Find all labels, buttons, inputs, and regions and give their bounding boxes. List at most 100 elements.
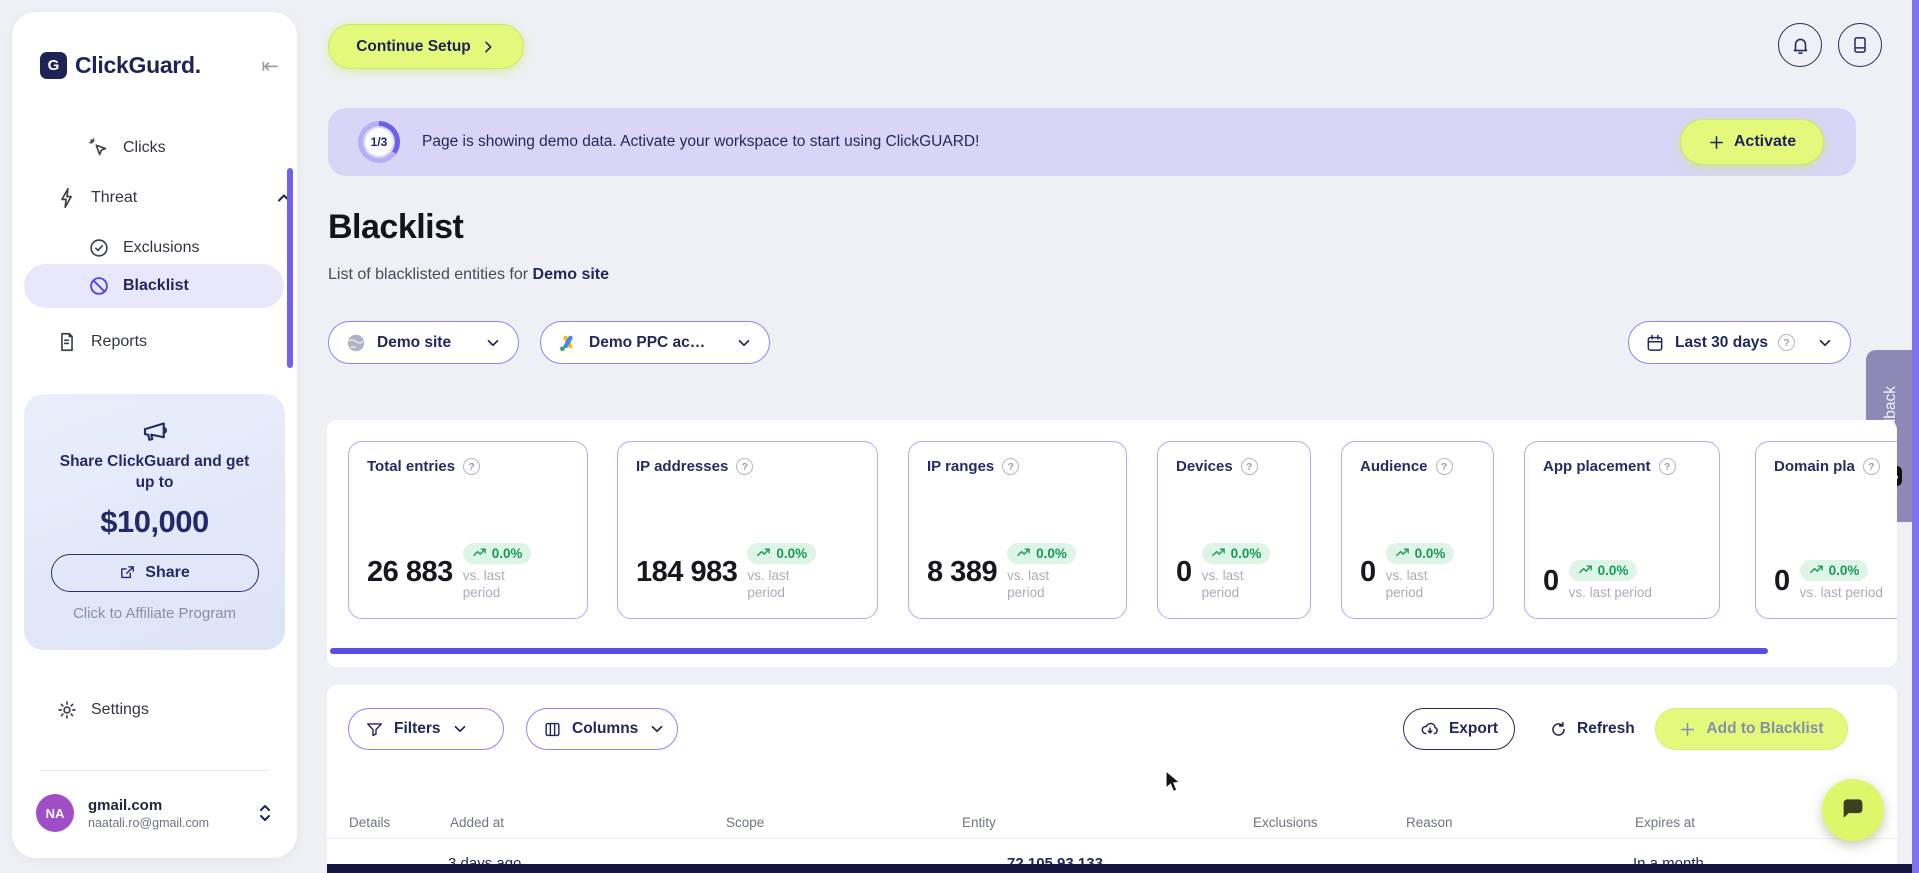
delta-caption: vs. last period bbox=[1568, 585, 1652, 601]
page-title: Blacklist bbox=[328, 208, 464, 246]
plus-icon bbox=[1679, 721, 1696, 738]
sidebar-item-threat[interactable]: Threat bbox=[56, 180, 290, 216]
export-button[interactable]: Export bbox=[1403, 708, 1515, 750]
delta-badge: 0.0% bbox=[747, 542, 817, 564]
stat-card-audience: Audience? 0 0.0% vs. last period bbox=[1341, 441, 1494, 619]
affiliate-promo-card[interactable]: Share ClickGuard and get up to $10,000 S… bbox=[24, 394, 285, 650]
help-icon[interactable]: ? bbox=[1002, 458, 1020, 475]
trending-up-icon bbox=[1395, 548, 1409, 556]
site-selector-value: Demo site bbox=[377, 333, 452, 351]
chat-launcher-button[interactable] bbox=[1822, 779, 1884, 841]
activate-button[interactable]: Activate bbox=[1680, 119, 1824, 165]
sidebar-item-label: Blacklist bbox=[123, 277, 189, 294]
chevron-down-icon bbox=[484, 334, 502, 352]
setup-progress-ring: 1/3 bbox=[358, 121, 400, 163]
ppc-account-value: Demo PPC ac… bbox=[589, 333, 706, 351]
megaphone-icon bbox=[140, 416, 170, 446]
trending-up-icon bbox=[1211, 548, 1225, 556]
stat-value: 26 883 bbox=[367, 555, 453, 588]
cards-horizontal-scrollbar[interactable] bbox=[330, 648, 1768, 654]
globe-icon bbox=[345, 332, 367, 354]
date-range-selector[interactable]: Last 30 days ? bbox=[1628, 321, 1851, 364]
help-icon[interactable]: ? bbox=[1435, 458, 1453, 475]
delta-badge: 0.0% bbox=[1568, 560, 1638, 582]
refresh-icon bbox=[1549, 720, 1568, 739]
sidebar-item-label: Settings bbox=[91, 701, 149, 718]
stats-panel: Total entries? 26 883 0.0% vs. last peri… bbox=[327, 420, 1897, 667]
column-header-reason[interactable]: Reason bbox=[1406, 815, 1453, 830]
add-to-blacklist-button[interactable]: Add to Blacklist bbox=[1655, 708, 1848, 750]
sidebar-item-exclusions[interactable]: Exclusions bbox=[88, 230, 199, 266]
trending-up-icon bbox=[1578, 565, 1592, 574]
trending-up-icon bbox=[1809, 565, 1823, 574]
chevron-right-icon bbox=[480, 39, 496, 55]
column-header-exclusions[interactable]: Exclusions bbox=[1253, 815, 1318, 830]
sidebar-scrollbar[interactable] bbox=[287, 168, 293, 368]
stat-value: 0 bbox=[1543, 564, 1559, 597]
delta-caption: vs. last period bbox=[1201, 567, 1244, 601]
lightning-icon bbox=[56, 187, 78, 209]
refresh-button[interactable]: Refresh bbox=[1549, 708, 1635, 750]
gear-icon bbox=[56, 699, 78, 721]
stat-card-domain-placement: Domain pla? 0 0.0% vs. last period bbox=[1755, 441, 1897, 619]
documentation-button[interactable] bbox=[1838, 23, 1882, 67]
help-icon[interactable]: ? bbox=[1862, 458, 1880, 475]
sidebar-item-reports[interactable]: Reports bbox=[56, 324, 147, 360]
delta-caption: vs. last period bbox=[1799, 585, 1883, 601]
sidebar-item-label: Clicks bbox=[123, 139, 166, 156]
plus-icon bbox=[1708, 134, 1725, 151]
help-icon[interactable]: ? bbox=[1240, 458, 1258, 475]
page-subtitle: List of blacklisted entities for Demo si… bbox=[328, 266, 610, 283]
chevron-up-down-icon bbox=[257, 803, 273, 823]
delta-badge: 0.0% bbox=[462, 542, 532, 564]
delta-badge: 0.0% bbox=[1201, 542, 1271, 564]
continue-setup-button[interactable]: Continue Setup bbox=[328, 24, 524, 69]
help-icon[interactable]: ? bbox=[1658, 458, 1676, 475]
column-header-details[interactable]: Details bbox=[349, 815, 390, 830]
sidebar-item-label: Threat bbox=[91, 189, 138, 206]
calendar-icon bbox=[1645, 333, 1665, 353]
help-icon[interactable]: ? bbox=[463, 458, 481, 475]
user-email: naatali.ro@gmail.com bbox=[88, 815, 210, 830]
notifications-button[interactable] bbox=[1778, 23, 1822, 67]
column-header-expires-at[interactable]: Expires at bbox=[1635, 815, 1695, 830]
columns-dropdown[interactable]: Columns bbox=[526, 708, 678, 750]
trending-up-icon bbox=[757, 548, 771, 556]
delta-caption: vs. last period bbox=[462, 567, 505, 601]
trending-up-icon bbox=[1017, 548, 1030, 556]
page-vertical-scrollbar[interactable] bbox=[1912, 0, 1919, 873]
cloud-download-icon bbox=[1420, 719, 1440, 739]
stat-card-devices: Devices? 0 0.0% vs. last period bbox=[1157, 441, 1311, 619]
funnel-icon bbox=[365, 720, 384, 739]
document-icon bbox=[56, 331, 78, 353]
delta-caption: vs. last period bbox=[1385, 567, 1428, 601]
sidebar-item-blacklist[interactable]: Blacklist bbox=[24, 264, 284, 308]
column-header-entity[interactable]: Entity bbox=[962, 815, 996, 830]
stat-value: 184 983 bbox=[636, 555, 738, 588]
site-selector[interactable]: Demo site bbox=[328, 321, 519, 364]
ppc-account-selector[interactable]: Demo PPC ac… bbox=[540, 321, 770, 364]
column-header-added-at[interactable]: Added at bbox=[450, 815, 504, 830]
trending-up-icon bbox=[472, 548, 486, 556]
account-switcher[interactable]: NA gmail.com naatali.ro@gmail.com bbox=[36, 794, 273, 832]
sidebar-collapse-icon[interactable]: ⇤ bbox=[261, 56, 279, 77]
cursor-click-icon bbox=[88, 137, 110, 159]
help-icon[interactable]: ? bbox=[1778, 334, 1796, 351]
sidebar-item-settings[interactable]: Settings bbox=[56, 692, 149, 728]
sidebar: G ClickGuard. ⇤ Clicks Threat Exclusions bbox=[12, 12, 297, 858]
ban-icon bbox=[88, 275, 110, 297]
promo-caption: Click to Affiliate Program bbox=[72, 604, 237, 622]
columns-icon bbox=[543, 720, 562, 739]
app-screen: G ClickGuard. ⇤ Clicks Threat Exclusions bbox=[0, 0, 1919, 873]
logo-text: ClickGuard. bbox=[75, 52, 201, 78]
help-icon[interactable]: ? bbox=[736, 458, 754, 475]
sidebar-item-clicks[interactable]: Clicks bbox=[88, 130, 166, 166]
divider bbox=[327, 838, 1897, 839]
delta-caption: vs. last period bbox=[747, 567, 790, 601]
bell-icon bbox=[1790, 35, 1811, 56]
google-ads-icon bbox=[557, 332, 579, 354]
share-button[interactable]: Share bbox=[50, 553, 259, 592]
delta-badge: 0.0% bbox=[1385, 542, 1455, 564]
column-header-scope[interactable]: Scope bbox=[726, 815, 764, 830]
filters-dropdown[interactable]: Filters bbox=[348, 708, 504, 750]
